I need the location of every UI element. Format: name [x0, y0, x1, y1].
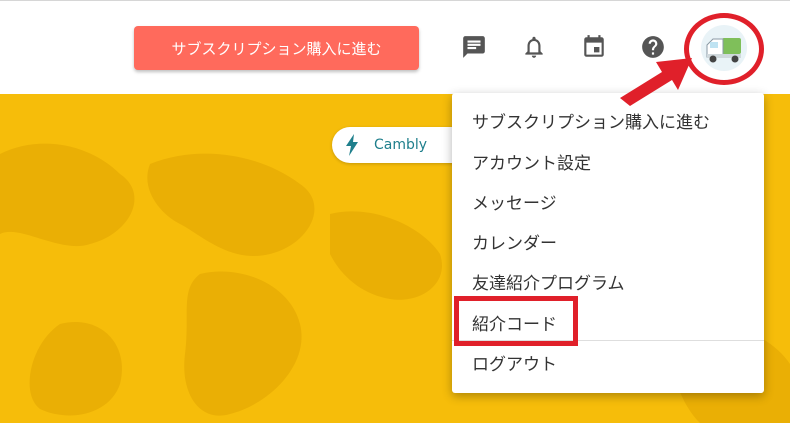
annotation-arrow — [620, 58, 692, 106]
menu-item-subscribe[interactable]: サブスクリプション購入に進む — [472, 108, 710, 133]
menu-item-logout[interactable]: ログアウト — [472, 350, 557, 375]
menu-item-calendar[interactable]: カレンダー — [472, 229, 557, 254]
lightning-icon — [346, 134, 358, 156]
account-dropdown-menu: サブスクリプション購入に進む アカウント設定 メッセージ カレンダー 友達紹介プ… — [452, 93, 764, 393]
bell-icon[interactable] — [518, 31, 550, 63]
menu-item-referral-program[interactable]: 友達紹介プログラム — [472, 269, 625, 294]
banner-text: Cambly — [374, 137, 428, 153]
menu-item-account-settings[interactable]: アカウント設定 — [472, 149, 591, 174]
cambly-banner[interactable]: Cambly — [332, 127, 472, 163]
menu-item-messages[interactable]: メッセージ — [472, 189, 557, 214]
chat-icon[interactable] — [458, 31, 490, 63]
referral-code-highlight-box — [454, 296, 578, 346]
subscribe-button[interactable]: サブスクリプション購入に進む — [134, 26, 419, 70]
calendar-icon[interactable] — [578, 31, 610, 63]
